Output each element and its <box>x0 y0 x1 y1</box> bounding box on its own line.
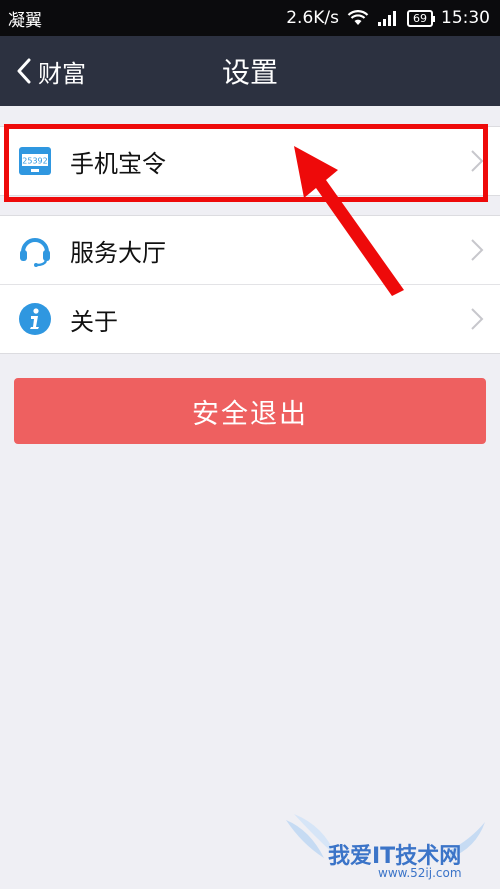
watermark-url: www.52ij.com <box>378 866 462 880</box>
menu-item-label: 关于 <box>70 307 118 336</box>
headset-icon <box>20 238 50 267</box>
nav-bar: 财富 设置 <box>0 36 500 106</box>
menu-group-main: 服务大厅 关于 <box>0 215 500 354</box>
token-device-icon: 25392 <box>19 147 51 175</box>
chevron-left-icon <box>17 58 31 84</box>
menu-item-about[interactable]: 关于 <box>0 284 500 353</box>
battery-icon: 69 <box>407 9 435 27</box>
status-indicators: 2.6K/s 69 15:30 <box>286 8 500 28</box>
wifi-icon <box>347 10 369 25</box>
back-label: 财富 <box>38 59 86 88</box>
info-icon <box>19 303 51 335</box>
watermark: 我爱IT技术网 www.52ij.com <box>280 810 495 885</box>
menu-group-token: 25392 手机宝令 <box>0 126 500 196</box>
logout-button[interactable]: 安全退出 <box>14 378 486 444</box>
menu-item-service-hall[interactable]: 服务大厅 <box>0 216 500 284</box>
chevron-right-icon <box>471 239 484 261</box>
clock: 15:30 <box>441 8 490 28</box>
menu-item-label: 手机宝令 <box>70 149 166 178</box>
signal-icon <box>378 11 396 26</box>
chevron-right-icon <box>471 308 484 330</box>
token-code: 25392 <box>22 157 47 166</box>
chevron-right-icon <box>471 150 484 172</box>
status-bar: 凝翼 2.6K/s 69 15:30 <box>0 0 500 36</box>
menu-item-label: 服务大厅 <box>70 238 166 267</box>
network-speed: 2.6K/s <box>286 8 339 28</box>
menu-item-mobile-token[interactable]: 25392 手机宝令 <box>0 127 500 195</box>
wings-logo-icon <box>286 814 485 858</box>
battery-level: 69 <box>413 11 427 25</box>
back-button[interactable]: 财富 <box>16 36 86 106</box>
carrier-name: 凝翼 <box>8 10 42 31</box>
watermark-brand: 我爱IT技术网 <box>328 844 462 869</box>
